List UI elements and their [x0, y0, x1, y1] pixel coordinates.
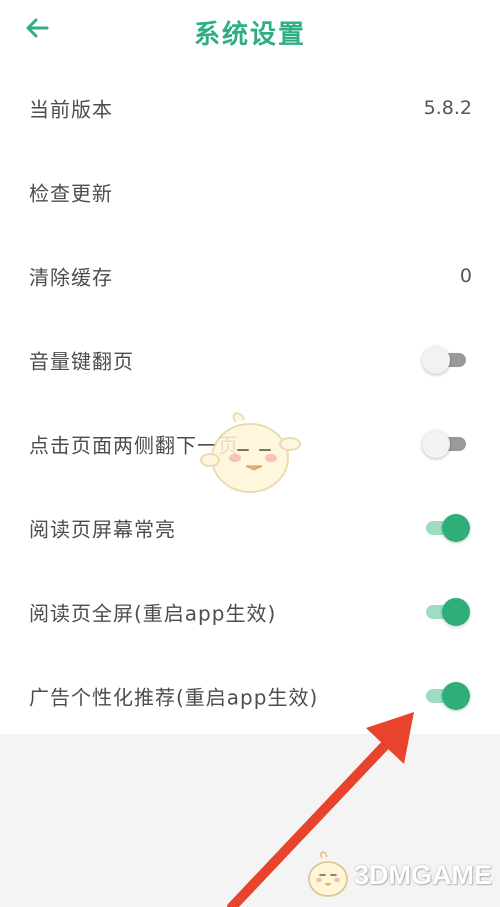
setting-row-clear-cache[interactable]: 清除缓存 0	[0, 234, 500, 318]
screen-always-on-toggle[interactable]	[422, 513, 470, 543]
toggle-knob	[442, 598, 470, 626]
setting-label-personalized-ads: 广告个性化推荐(重启app生效)	[29, 685, 319, 710]
settings-list: 当前版本 5.8.2 检查更新 清除缓存 0 音量键翻页 点击页面两侧翻下一页	[0, 62, 500, 734]
setting-row-volume-key-page: 音量键翻页	[0, 318, 500, 402]
tap-sides-next-page-toggle[interactable]	[422, 429, 470, 459]
toggle-knob	[422, 430, 450, 458]
setting-label-version: 当前版本	[29, 97, 113, 122]
setting-row-version[interactable]: 当前版本 5.8.2	[0, 66, 500, 150]
reading-fullscreen-toggle[interactable]	[422, 597, 470, 627]
setting-row-check-update[interactable]: 检查更新	[0, 150, 500, 234]
settings-screen: 系统设置 当前版本 5.8.2 检查更新 清除缓存 0 音量键翻页 点击页面两侧…	[0, 0, 500, 907]
setting-label-screen-always-on: 阅读页屏幕常亮	[29, 517, 176, 542]
cache-size-value: 0	[459, 265, 472, 287]
version-value: 5.8.2	[423, 97, 472, 119]
setting-label-volume-key-page: 音量键翻页	[29, 349, 134, 374]
mascot-logo-icon	[308, 851, 348, 897]
setting-row-personalized-ads: 广告个性化推荐(重启app生效)	[0, 654, 500, 738]
toggle-knob	[422, 346, 450, 374]
setting-row-reading-fullscreen: 阅读页全屏(重启app生效)	[0, 570, 500, 654]
page-title: 系统设置	[193, 20, 306, 50]
volume-key-page-toggle[interactable]	[422, 345, 470, 375]
setting-label-reading-fullscreen: 阅读页全屏(重启app生效)	[29, 601, 277, 626]
watermark-text: 3DMGAME	[354, 860, 493, 890]
toggle-knob	[442, 514, 470, 542]
setting-label-clear-cache: 清除缓存	[29, 265, 113, 290]
app-header: 系统设置	[0, 0, 500, 62]
mascot-watermark-icon	[200, 412, 301, 493]
site-watermark: 3DMGAME	[300, 850, 496, 902]
toggle-knob	[442, 682, 470, 710]
personalized-ads-toggle[interactable]	[422, 681, 470, 711]
setting-label-check-update: 检查更新	[29, 181, 113, 206]
